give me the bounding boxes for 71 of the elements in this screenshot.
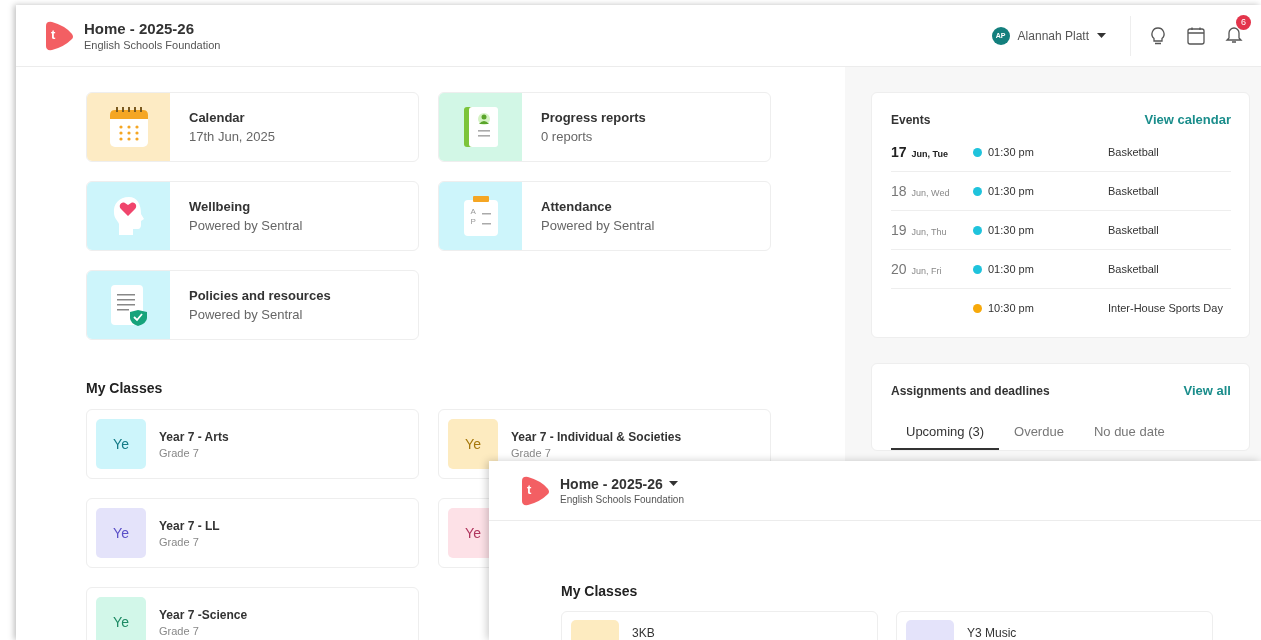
event-day: 18 (891, 183, 907, 199)
event-title: Inter-House Sports Day (1108, 302, 1224, 314)
class-card[interactable]: Ye Year 7 -Science Grade 7 (86, 587, 419, 640)
event-day: 19 (891, 222, 907, 238)
event-date: Jun, Wed (911, 188, 950, 198)
card-title: Events (891, 112, 931, 127)
tile-title: Progress reports (541, 110, 646, 125)
event-date: Jun, Fri (911, 266, 942, 276)
class-name: 3KB (632, 626, 655, 640)
tile-subtitle: Powered by Sentral (189, 307, 304, 322)
event-time: 01:30 pm (988, 146, 1035, 158)
app-tile[interactable]: Policies and resources Powered by Sentral (86, 270, 419, 340)
calendar-icon (108, 106, 149, 148)
page-title: Home - 2025-26 (84, 20, 196, 37)
app-tile[interactable]: Progress reports 0 reports (438, 92, 771, 162)
app-tile[interactable]: Wellbeing Powered by Sentral (86, 181, 419, 251)
app-tile[interactable]: Calendar 17th Jun, 2025 (86, 92, 419, 162)
report-book-icon (462, 106, 499, 148)
view-calendar-link[interactable]: View calendar (1144, 112, 1231, 127)
class-name: Year 7 - Individual & Societies (511, 429, 682, 444)
tile-title: Calendar (189, 110, 246, 125)
document-shield-icon (109, 284, 148, 326)
class-name: Year 7 - Arts (159, 429, 229, 444)
event-date: Jun, Tue (911, 149, 948, 159)
event-title: Basketball (1108, 146, 1160, 158)
assignment-tab[interactable]: Overdue (999, 418, 1079, 450)
app-tile[interactable]: A P Attendance Powered by Sentral (438, 181, 771, 251)
class-card[interactable]: 3KB (561, 611, 878, 640)
class-avatar: Ye (448, 419, 498, 469)
class-card[interactable]: Ye Year 7 - Arts Grade 7 (86, 409, 419, 479)
event-time: 10:30 pm (988, 302, 1035, 314)
card-title: Assignments and deadlines (891, 383, 1050, 398)
section-heading: My Classes (561, 583, 639, 599)
event-date: Jun, Thu (911, 227, 947, 237)
event-title: Basketball (1108, 185, 1160, 197)
tile-subtitle: 17th Jun, 2025 (189, 129, 276, 144)
event-title: Basketball (1108, 263, 1160, 275)
class-grade: Grade 7 (159, 624, 200, 637)
assignment-tab[interactable]: No due date (1078, 418, 1180, 450)
caret-icon (668, 481, 678, 487)
organisation-name: English Schools Foundation (560, 494, 684, 505)
event-time: 01:30 pm (988, 185, 1035, 197)
class-name: Y3 Music (967, 626, 1017, 640)
tile-subtitle: Powered by Sentral (189, 218, 303, 233)
organisation-name: English Schools Foundation (84, 39, 221, 51)
class-name: Year 7 - LL (159, 518, 220, 533)
event-title: Basketball (1108, 224, 1160, 236)
class-card[interactable]: Y3 Music (896, 611, 1213, 640)
tile-title: Policies and resources (189, 288, 331, 303)
page-title: Home - 2025-26 (560, 476, 663, 492)
class-grade: Grade 7 (159, 535, 200, 548)
view-all-link[interactable]: View all (1183, 383, 1231, 398)
event-time: 01:30 pm (988, 224, 1035, 236)
class-avatar: Ye (96, 419, 146, 469)
section-heading: My Classes (86, 380, 164, 396)
class-card[interactable]: Ye Year 7 - LL Grade 7 (86, 498, 419, 568)
caret-icon (1097, 32, 1106, 39)
class-grade: Grade 7 (511, 446, 552, 459)
class-name: Year 7 -Science (159, 607, 248, 622)
tile-title: Attendance (541, 199, 613, 214)
assignment-tab[interactable]: Upcoming (3) (891, 418, 1000, 450)
notification-count-badge: 6 (1236, 14, 1251, 30)
class-avatar: Ye (96, 597, 146, 640)
event-time: 01:30 pm (988, 263, 1035, 275)
class-avatar: Ye (96, 508, 146, 558)
tile-subtitle: 0 reports (541, 129, 594, 144)
class-grade: Grade 7 (159, 446, 200, 459)
event-day: 17 (891, 144, 907, 160)
tile-subtitle: Powered by Sentral (541, 218, 655, 233)
event-day: 20 (891, 261, 907, 277)
tile-title: Wellbeing (189, 199, 252, 214)
